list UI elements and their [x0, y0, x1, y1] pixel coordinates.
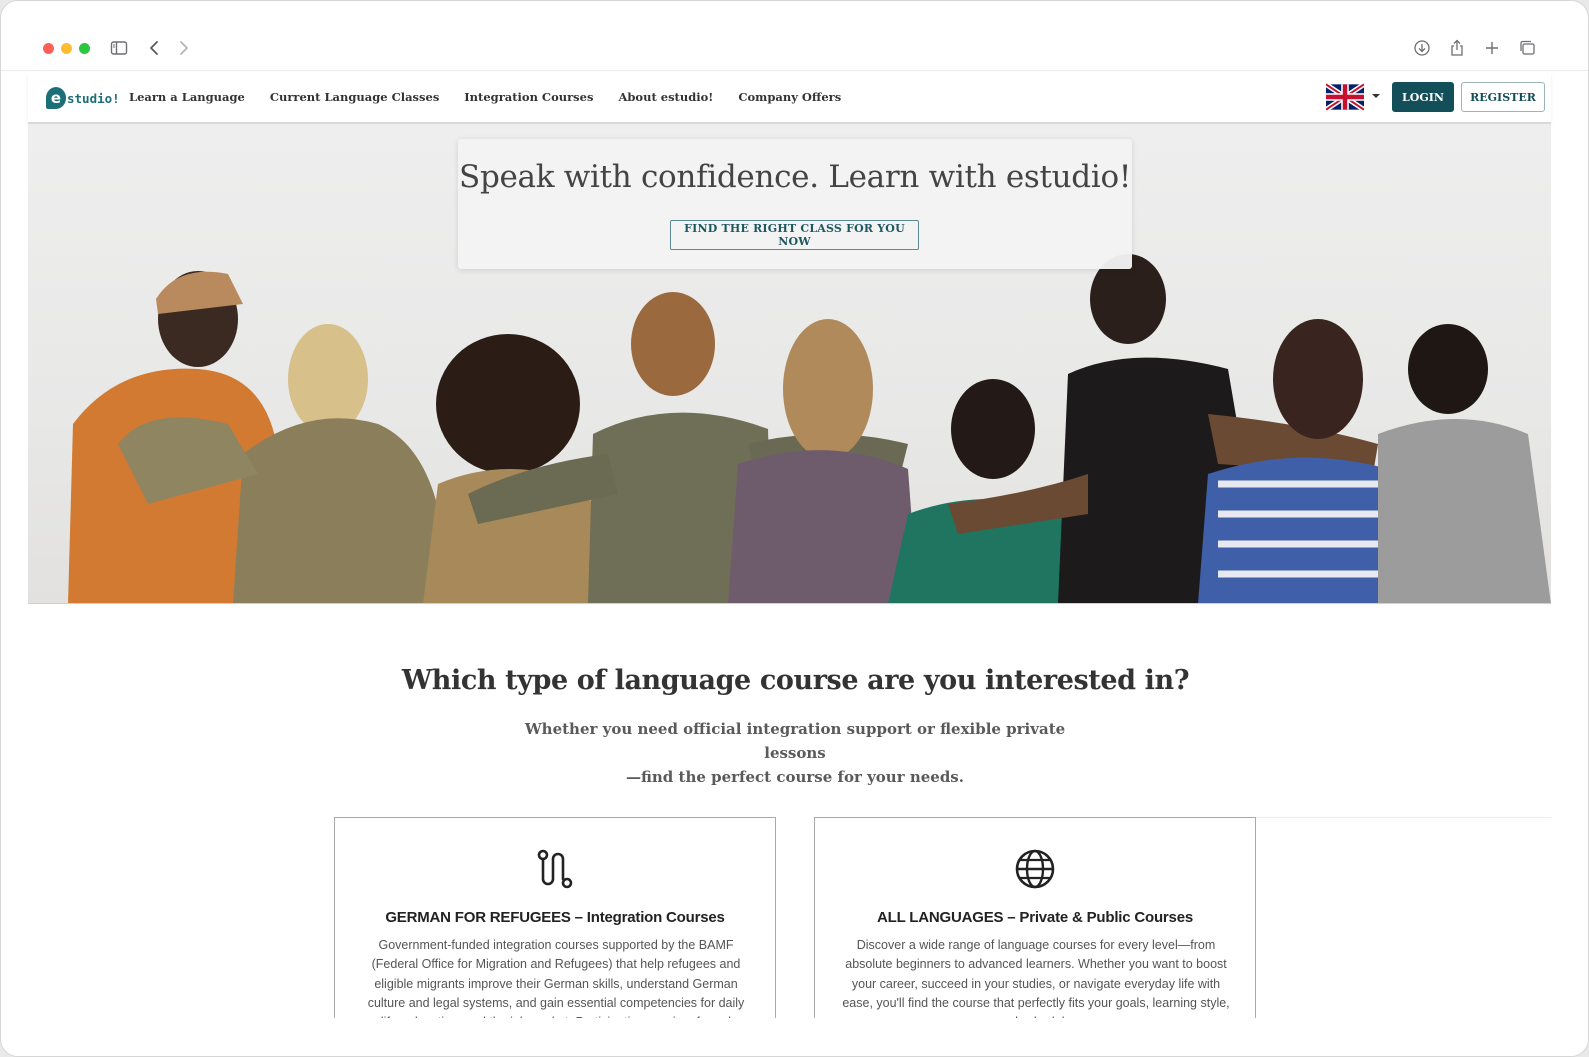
nav-integration-courses[interactable]: Integration Courses	[464, 90, 593, 104]
uk-flag-icon[interactable]	[1326, 83, 1364, 111]
new-tab-icon[interactable]	[1481, 37, 1503, 59]
language-dropdown-caret-icon[interactable]	[1372, 94, 1380, 98]
card-title: ALL LANGUAGES – Private & Public Courses	[877, 909, 1193, 926]
nav-company-offers[interactable]: Company Offers	[738, 90, 841, 104]
share-icon[interactable]	[1446, 37, 1468, 59]
main-nav: Learn a Language Current Language Classe…	[129, 72, 866, 122]
minimize-window-button[interactable]	[61, 43, 72, 54]
download-icon[interactable]	[1411, 37, 1433, 59]
sidebar-icon[interactable]	[108, 37, 130, 59]
browser-toolbar	[1, 1, 1588, 71]
section-subtitle-line-1: Whether you need official integration su…	[524, 720, 1066, 762]
logo-mark: e	[46, 87, 66, 109]
zoom-window-button[interactable]	[79, 43, 90, 54]
section-subtitle-line-2: —find the perfect course for your needs.	[626, 768, 964, 786]
find-class-button[interactable]: FIND THE RIGHT CLASS FOR YOU NOW	[670, 220, 919, 250]
globe-icon	[1015, 849, 1055, 889]
hero-callout: Speak with confidence. Learn with estudi…	[458, 139, 1132, 269]
section-title: Which type of language course are you in…	[401, 665, 1190, 696]
page-bottom-edge	[1, 1018, 1588, 1056]
browser-window: e studio! Learn a Language Current Langu…	[0, 0, 1589, 1057]
close-window-button[interactable]	[43, 43, 54, 54]
nav-learn-a-language[interactable]: Learn a Language	[129, 90, 245, 104]
route-icon	[537, 849, 573, 889]
nav-current-language-classes[interactable]: Current Language Classes	[270, 90, 439, 104]
site-header: e studio! Learn a Language Current Langu…	[28, 72, 1551, 124]
card-title: GERMAN FOR REFUGEES – Integration Course…	[385, 909, 725, 926]
forward-icon[interactable]	[172, 37, 194, 59]
back-icon[interactable]	[144, 37, 166, 59]
login-button[interactable]: LOGIN	[1392, 82, 1454, 112]
nav-about-estudio[interactable]: About estudio!	[618, 90, 713, 104]
section-subtitle: Whether you need official integration su…	[495, 717, 1095, 789]
tabs-overview-icon[interactable]	[1516, 37, 1538, 59]
hero-headline: Speak with confidence. Learn with estudi…	[459, 159, 1131, 195]
logo-text: studio!	[67, 90, 120, 106]
hero-banner: Speak with confidence. Learn with estudi…	[28, 124, 1551, 604]
estudio-logo[interactable]: e studio!	[46, 86, 120, 110]
register-button[interactable]: REGISTER	[1461, 82, 1545, 112]
divider	[1256, 817, 1551, 818]
